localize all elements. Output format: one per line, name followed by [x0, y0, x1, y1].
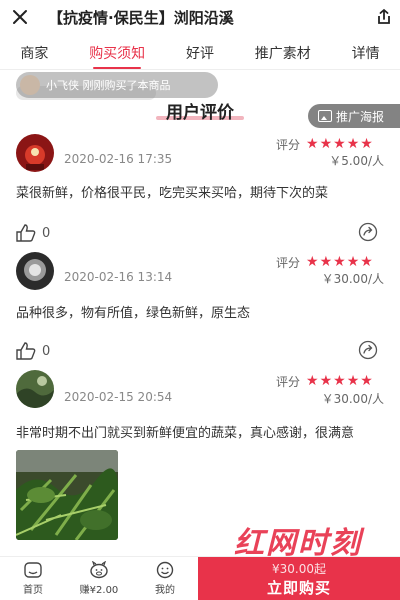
star-icon: ★ [333, 254, 346, 270]
star-icon: ★ [319, 254, 333, 270]
star-icon: ★ [306, 254, 319, 270]
like-button[interactable]: 0 [16, 224, 50, 242]
buy-now-button[interactable]: ¥30.00起 立即购买 [198, 557, 400, 600]
star-icon: ★ [319, 373, 333, 389]
nav-home-label: 首页 [23, 585, 43, 596]
share-icon [358, 340, 378, 360]
tab-bar: 商家 购买须知 好评 推广素材 详情 [0, 36, 400, 70]
review-content: 菜很新鲜，价格很平民，吃完买来买哈，期待下次的菜 [16, 186, 329, 201]
avatar [16, 252, 54, 290]
promotion-poster-label: 推广海报 [336, 109, 385, 124]
purchase-notice: 小飞侠 刚刚购买了本商品 [16, 72, 218, 98]
like-count: 0 [42, 343, 51, 359]
star-icon: ★ [319, 136, 333, 152]
star-icon: ★ [333, 373, 346, 389]
buy-now-label: 立即购买 [266, 578, 331, 597]
share-icon [358, 222, 378, 242]
review-price: ￥5.00/人 [329, 154, 384, 168]
avatar [20, 75, 40, 95]
tab-purchase-notice[interactable]: 购买须知 [87, 37, 147, 69]
like-button[interactable]: 0 [16, 342, 50, 360]
buy-price: ¥30.00起 [272, 561, 326, 576]
rating-stars: ★ ★ ★ ★ ★ [306, 374, 374, 388]
review-content: 品种很多，物有所值，绿色新鲜，原生态 [16, 306, 251, 321]
piggy-bank-icon [90, 561, 108, 579]
review-time: 2020-02-16 13:14 [64, 270, 173, 284]
nav-earn-label: 赚¥2.00 [79, 585, 119, 596]
star-icon: ★ [346, 254, 360, 270]
thumbs-up-icon [16, 342, 36, 360]
rating-stars: ★ ★ ★ ★ ★ [306, 255, 374, 269]
tab-good-reviews[interactable]: 好评 [184, 37, 216, 69]
image-icon [318, 110, 332, 122]
rating-label: 评分 [276, 256, 301, 270]
review-time: 2020-02-16 17:35 [64, 152, 173, 166]
tab-details[interactable]: 详情 [350, 37, 382, 69]
nav-mine-label: 我的 [155, 585, 175, 596]
star-icon: ★ [346, 136, 360, 152]
purchase-notice-text: 小飞侠 刚刚购买了本商品 [46, 79, 171, 92]
page-title: 【抗疫情·保民生】浏阳沿溪 [48, 8, 234, 27]
review-time: 2020-02-15 20:54 [64, 390, 173, 404]
star-icon: ★ [360, 254, 373, 270]
share-icon [378, 8, 390, 24]
nav-mine[interactable]: 我的 [132, 557, 198, 600]
smiley-icon [156, 561, 174, 579]
like-count: 0 [42, 225, 51, 241]
promotion-poster-button[interactable]: 推广海报 [308, 104, 400, 128]
close-button[interactable] [0, 0, 40, 34]
top-header: 【抗疫情·保民生】浏阳沿溪 [0, 0, 400, 34]
close-icon [13, 10, 27, 24]
star-icon: ★ [333, 136, 346, 152]
star-icon: ★ [346, 373, 360, 389]
thumbs-up-icon [16, 224, 36, 242]
star-icon: ★ [306, 373, 319, 389]
nav-earn[interactable]: 赚¥2.00 [66, 557, 132, 600]
review-share-button[interactable] [358, 222, 378, 246]
review-photo[interactable] [16, 450, 118, 540]
nav-home[interactable]: 首页 [0, 557, 66, 600]
review-share-button[interactable] [358, 340, 378, 364]
avatar [16, 370, 54, 408]
star-icon: ★ [360, 373, 373, 389]
rating-stars: ★ ★ ★ ★ ★ [306, 137, 374, 151]
review-price: ￥30.00/人 [321, 272, 384, 286]
avatar [16, 134, 54, 172]
rating-label: 评分 [276, 138, 301, 152]
home-icon [24, 562, 42, 578]
bottom-bar: 首页 赚¥2.00 我的 ¥30.00起 立即购买 [0, 556, 400, 600]
tab-promotion-materials[interactable]: 推广素材 [253, 37, 313, 69]
review-price: ￥30.00/人 [321, 392, 384, 406]
star-icon: ★ [360, 136, 373, 152]
share-button[interactable] [368, 0, 400, 34]
rating-label: 评分 [276, 375, 301, 389]
tab-merchant[interactable]: 商家 [18, 37, 50, 69]
star-icon: ★ [306, 136, 319, 152]
review-content: 非常时期不出门就买到新鲜便宜的蔬菜，真心感谢，很满意 [16, 426, 355, 441]
